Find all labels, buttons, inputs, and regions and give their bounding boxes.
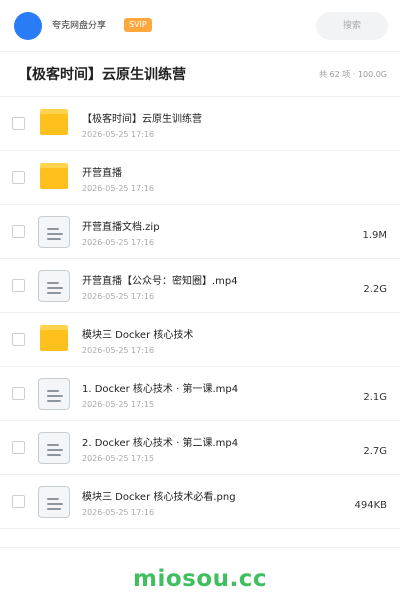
file-name: 开营直播文档.zip	[82, 222, 160, 233]
user-name: 夸克网盘分享	[52, 21, 107, 31]
file-size: 2.7G	[363, 446, 387, 457]
list-item[interactable]: 开营直播【公众号：密知圈】.mp4 2026-05-25 17:16 2.2G	[0, 259, 400, 313]
search-input[interactable]: 搜索	[316, 12, 388, 40]
file-date: 2026-05-25 17:16	[82, 292, 155, 301]
row-checkbox[interactable]	[12, 495, 25, 508]
file-date: 2026-05-25 17:16	[82, 130, 155, 139]
top-bar: 夸克网盘分享 SVIP 搜索	[0, 0, 400, 52]
file-icon	[38, 270, 70, 302]
file-size: 2.1G	[363, 392, 387, 403]
file-name: 【极客时间】云原生训练营	[82, 114, 202, 125]
list-item[interactable]: 模块三 Docker 核心技术 2026-05-25 17:16	[0, 313, 400, 367]
file-list: 【极客时间】云原生训练营 2026-05-25 17:16 开营直播 2026-…	[0, 97, 400, 529]
file-name: 模块三 Docker 核心技术必看.png	[82, 492, 236, 503]
file-icon	[38, 378, 70, 410]
folder-icon	[38, 324, 70, 356]
list-item[interactable]: 开营直播文档.zip 2026-05-25 17:16 1.9M	[0, 205, 400, 259]
row-checkbox[interactable]	[12, 171, 25, 184]
file-icon	[38, 216, 70, 248]
file-size: 1.9M	[362, 230, 387, 241]
list-item[interactable]: 1. Docker 核心技术 · 第一课.mp4 2026-05-25 17:1…	[0, 367, 400, 421]
folder-icon	[38, 162, 70, 194]
list-item[interactable]: 【极客时间】云原生训练营 2026-05-25 17:16	[0, 97, 400, 151]
list-item[interactable]: 2. Docker 核心技术 · 第二课.mp4 2026-05-25 17:1…	[0, 421, 400, 475]
row-checkbox[interactable]	[12, 441, 25, 454]
folder-icon	[38, 108, 70, 140]
item-summary: 共 62 项 · 100.0G	[319, 70, 387, 79]
file-date: 2026-05-25 17:16	[82, 346, 155, 355]
row-checkbox[interactable]	[12, 225, 25, 238]
file-name: 模块三 Docker 核心技术	[82, 330, 194, 341]
file-date: 2026-05-25 17:16	[82, 238, 155, 247]
file-name: 2. Docker 核心技术 · 第二课.mp4	[82, 438, 239, 449]
file-name: 1. Docker 核心技术 · 第一课.mp4	[82, 384, 239, 395]
file-name: 开营直播	[82, 168, 122, 179]
row-checkbox[interactable]	[12, 279, 25, 292]
list-item[interactable]: 开营直播 2026-05-25 17:16	[0, 151, 400, 205]
avatar[interactable]	[14, 12, 42, 40]
footer-divider	[0, 547, 400, 548]
file-icon	[38, 486, 70, 518]
file-date: 2026-05-25 17:15	[82, 400, 155, 409]
file-date: 2026-05-25 17:16	[82, 508, 155, 517]
file-size: 494KB	[354, 500, 387, 511]
file-size: 2.2G	[363, 284, 387, 295]
folder-header: 【极客时间】云原生训练营 共 62 项 · 100.0G	[0, 52, 400, 97]
svip-badge: SVIP	[124, 18, 152, 32]
row-checkbox[interactable]	[12, 333, 25, 346]
file-icon	[38, 432, 70, 464]
watermark-logo: miosou.cc	[132, 566, 268, 592]
file-date: 2026-05-25 17:15	[82, 454, 155, 463]
page-title: 【极客时间】云原生训练营	[18, 67, 186, 83]
row-checkbox[interactable]	[12, 117, 25, 130]
list-item[interactable]: 模块三 Docker 核心技术必看.png 2026-05-25 17:16 4…	[0, 475, 400, 529]
file-date: 2026-05-25 17:16	[82, 184, 155, 193]
row-checkbox[interactable]	[12, 387, 25, 400]
file-name: 开营直播【公众号：密知圈】.mp4	[82, 276, 238, 287]
